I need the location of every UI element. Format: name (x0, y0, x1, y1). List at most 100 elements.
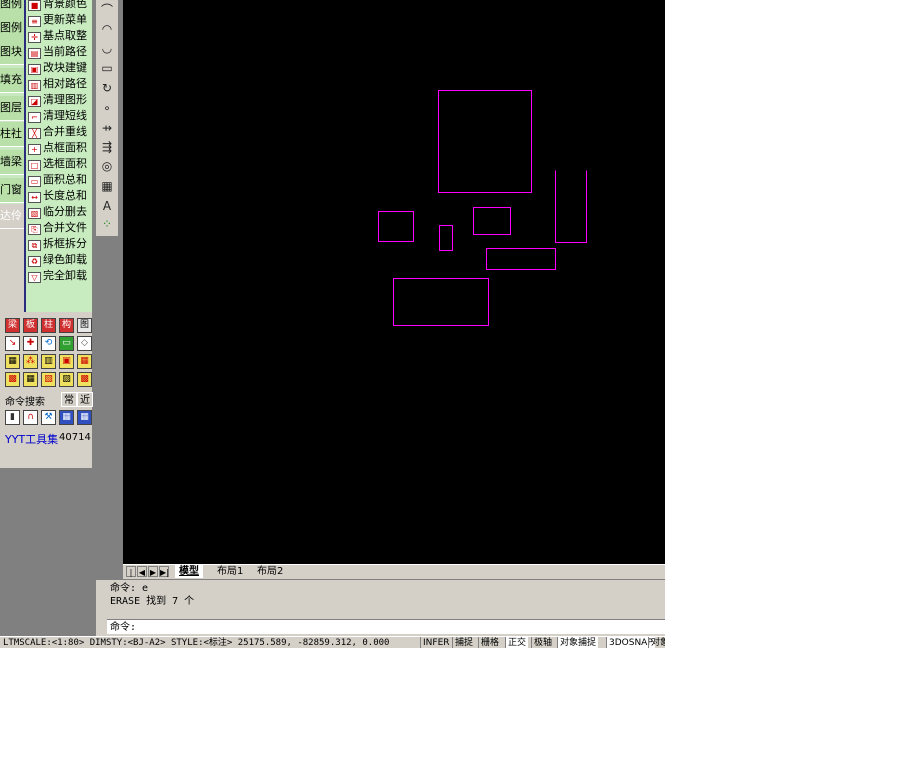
drawing-rectangle-small[interactable] (439, 225, 453, 251)
grid-table-icon[interactable]: ▦ (59, 410, 74, 425)
eraser-icon[interactable]: ◇ (77, 336, 92, 351)
menu-item-label: 合并文件 (43, 221, 87, 234)
drawing-canvas[interactable] (123, 0, 665, 564)
drawing-open-rectangle[interactable] (555, 170, 587, 243)
status-grid-toggle[interactable]: 栅格 (478, 637, 501, 648)
menu-item-label: 拆框拆分 (43, 237, 87, 250)
menu-item-select-area[interactable]: □ 选框面积 (26, 156, 92, 172)
drawing-rectangle-bottom[interactable] (393, 278, 489, 326)
menu-item-green-uninstall[interactable]: ♻ 绿色卸载 (26, 252, 92, 268)
table-tool-icon[interactable]: ▦ (98, 178, 116, 194)
status-ortho-toggle[interactable]: 正交 (505, 637, 529, 648)
prev-tab-icon[interactable]: ◀ (137, 566, 147, 577)
tab-layout2[interactable]: 布局2 (253, 565, 287, 578)
menu-item-merge-lines[interactable]: ╳ 合并重线 (26, 124, 92, 140)
pattern-icon-5[interactable]: ▦ (77, 354, 92, 369)
menu-item-update-menu[interactable]: ≡ 更新菜单 (26, 12, 92, 28)
pattern-icon-3[interactable]: ▥ (41, 354, 56, 369)
yyt-toolset-label[interactable]: YYT工具集 (5, 431, 58, 447)
menu-item-split-frame[interactable]: ⧉ 拆框拆分 (26, 236, 92, 252)
battery-icon[interactable]: ▭ (59, 336, 74, 351)
palette-tab-legend[interactable]: 图例 (0, 0, 26, 17)
palette-tab-hatch[interactable]: 填充 (0, 68, 26, 93)
menu-item-block-key[interactable]: ▣ 改块建键 (26, 60, 92, 76)
rectangle-tool-icon[interactable]: ▭ (98, 60, 116, 76)
pattern-icon-2[interactable]: ⁂ (23, 354, 38, 369)
arc-tool-icon[interactable]: ◠ (98, 21, 116, 37)
drawing-rectangle-large[interactable] (438, 90, 532, 193)
tab-layout1[interactable]: 布局1 (213, 565, 247, 578)
menu-item-split-delete[interactable]: ▧ 临分删去 (26, 204, 92, 220)
pattern-icon-4[interactable]: ▣ (59, 354, 74, 369)
tab-model[interactable]: 模型 (175, 565, 203, 578)
status-snap-toggle[interactable]: 捕捉 (452, 637, 475, 648)
menu-item-label: 相对路径 (43, 77, 87, 90)
slab-icon[interactable]: 板 (23, 318, 38, 333)
command-input[interactable]: 命令: (107, 619, 665, 634)
drawing-icon[interactable]: 图 (77, 318, 92, 333)
palette-tab-legend2[interactable]: 图例 (0, 16, 26, 41)
command-search-label[interactable]: 命令搜索 (5, 393, 45, 408)
palette-tab-label: 图块 (0, 45, 22, 58)
drawing-rectangle-wide[interactable] (486, 248, 556, 270)
point-tool-icon[interactable]: ∘ (98, 100, 116, 116)
next-tab-icon[interactable]: ▶ (148, 566, 158, 577)
yyt-version-number: 40714 (59, 432, 91, 443)
menu-item-full-uninstall[interactable]: ▽ 完全卸载 (26, 268, 92, 284)
structure-icon[interactable]: 构 (59, 318, 74, 333)
revcloud-tool-icon[interactable]: ◡ (98, 40, 116, 56)
beam-icon[interactable]: 梁 (5, 318, 20, 333)
pattern-icon-7[interactable]: ▦ (23, 372, 38, 387)
pattern-icon-8[interactable]: ▧ (41, 372, 56, 387)
gradient-tool-icon[interactable]: ⇶ (98, 139, 116, 155)
menu-item-area-sum[interactable]: ▭ 面积总和 (26, 172, 92, 188)
palette-tab-door-window[interactable]: 门窗 (0, 178, 26, 203)
menu-item-label: 当前路径 (43, 45, 87, 58)
ruler-icon[interactable]: ▮ (5, 410, 20, 425)
menu-item-current-path[interactable]: ▤ 当前路径 (26, 44, 92, 60)
add-selected-tool-icon[interactable]: ⁘ (98, 216, 116, 232)
status-polar-toggle[interactable]: 极轴 (531, 637, 554, 648)
status-osnap-toggle[interactable]: 对象捕捉 (557, 637, 599, 648)
palette-tab-block[interactable]: 图块 (0, 40, 26, 65)
last-tab-icon[interactable]: ▶| (159, 566, 169, 577)
pattern-icon-6[interactable]: ▩ (5, 372, 20, 387)
pattern-icon-9[interactable]: ▨ (59, 372, 74, 387)
palette-tab-label: 墙梁 (0, 155, 22, 168)
menu-item-length-sum[interactable]: ↔ 长度总和 (26, 188, 92, 204)
pattern-icon-10[interactable]: ▩ (77, 372, 92, 387)
palette-tab-layer[interactable]: 图层 (0, 96, 26, 121)
refresh-icon[interactable]: ⟲ (41, 336, 56, 351)
status-infer-toggle[interactable]: INFER (420, 637, 452, 648)
yyt-toolset-row: YYT工具集 40714 (3, 430, 91, 446)
tab-recent[interactable]: 近 (77, 392, 93, 407)
rotate-tool-icon[interactable]: ↻ (98, 80, 116, 96)
magnet-icon[interactable]: ∩ (23, 410, 38, 425)
menu-item-relative-path[interactable]: ▥ 相对路径 (26, 76, 92, 92)
pattern-icon-1[interactable]: ▦ (5, 354, 20, 369)
menu-item-point-area[interactable]: + 点框面积 (26, 140, 92, 156)
drawing-rectangle-mid[interactable] (473, 207, 511, 235)
menu-item-purge[interactable]: ◪ 清理图形 (26, 92, 92, 108)
first-tab-icon[interactable]: |◀ (126, 566, 136, 588)
move-icon[interactable]: ✚ (23, 336, 38, 351)
palette-tab-column[interactable]: 柱社 (0, 122, 26, 147)
palette-tab-misc[interactable]: 达伶 (0, 204, 26, 229)
drawing-rectangle-left[interactable] (378, 211, 414, 242)
menu-item-clean-lines[interactable]: ⌐ 清理短线 (26, 108, 92, 124)
menu-item-merge-file[interactable]: ⎘ 合并文件 (26, 220, 92, 236)
menu-item-label: 改块建键 (43, 61, 87, 74)
grid-table-icon-2[interactable]: ▦ (77, 410, 92, 425)
palette-tab-wall-beam[interactable]: 墙梁 (0, 150, 26, 175)
menu-item-background-color[interactable]: ■ 背景颜色 (26, 0, 92, 12)
column-icon[interactable]: 柱 (41, 318, 56, 333)
wrench-icon[interactable]: ⚒ (41, 410, 56, 425)
polyline-tool-icon[interactable]: ⌒ (98, 2, 116, 18)
insert-icon[interactable]: ↘ (5, 336, 20, 351)
status-otrack-toggle[interactable]: 对象 (648, 637, 665, 648)
hatch-tool-icon[interactable]: ⇸ (98, 120, 116, 136)
text-tool-icon[interactable]: A (98, 198, 116, 214)
region-tool-icon[interactable]: ◎ (98, 158, 116, 174)
menu-item-basepoint[interactable]: ✛ 基点取整 (26, 28, 92, 44)
tab-common[interactable]: 常 (61, 392, 77, 407)
